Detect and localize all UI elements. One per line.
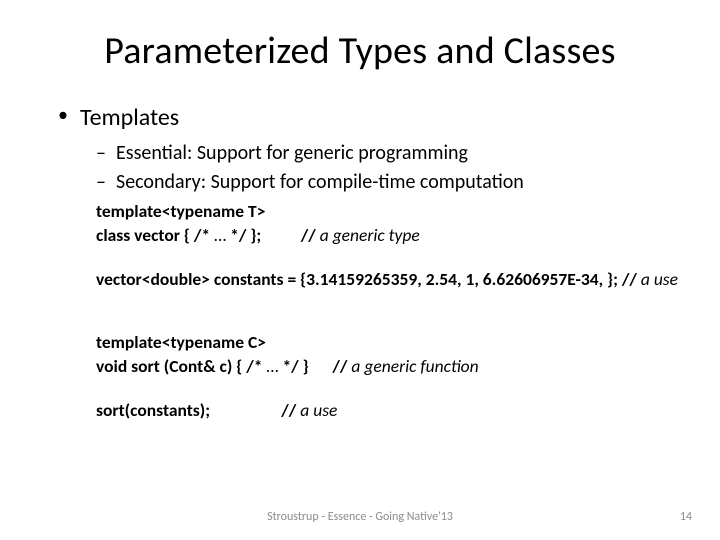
- spacer: [96, 311, 680, 331]
- spacer: [96, 248, 680, 268]
- page-number: 14: [680, 510, 692, 524]
- code-text: …: [266, 355, 278, 377]
- bullet-secondary: Secondary: Support for compile-time comp…: [40, 169, 680, 196]
- code-text: sort(constants); //: [96, 399, 300, 421]
- code-comment: a generic type: [320, 224, 420, 246]
- code-comment: a generic function: [351, 355, 478, 377]
- slide-body: Templates Essential: Support for generic…: [0, 84, 720, 422]
- code-block: template<typename T> class vector { /* ……: [40, 200, 680, 422]
- code-text: */ } //: [279, 355, 352, 377]
- code-class-vector: class vector { /* … */ }; // a generic t…: [96, 224, 680, 248]
- bullet-templates: Templates: [40, 102, 680, 134]
- code-sort-decl: void sort (Cont& c) { /* … */ } // a gen…: [96, 355, 680, 379]
- bullet-essential: Essential: Support for generic programmi…: [40, 140, 680, 167]
- code-template-t: template<typename T>: [96, 200, 680, 224]
- slide-title: Parameterized Types and Classes: [0, 0, 720, 84]
- spacer: [96, 291, 680, 311]
- code-template-c: template<typename C>: [96, 331, 680, 355]
- code-text: vector<double> constants = {3.1415926535…: [96, 268, 641, 290]
- code-comment: a use: [300, 399, 337, 421]
- code-text: class vector { /*: [96, 224, 214, 246]
- code-constants: vector<double> constants = {3.1415926535…: [96, 268, 680, 292]
- slide: Parameterized Types and Classes Template…: [0, 0, 720, 540]
- code-sort-call: sort(constants); // a use: [96, 399, 680, 423]
- footer-text: Stroustrup - Essence - Going Native'13: [0, 510, 720, 524]
- code-text: */ }; //: [226, 224, 320, 246]
- code-comment: a use: [641, 268, 678, 290]
- spacer: [96, 379, 680, 399]
- code-text: void sort (Cont& c) { /*: [96, 355, 266, 377]
- code-text: …: [214, 224, 226, 246]
